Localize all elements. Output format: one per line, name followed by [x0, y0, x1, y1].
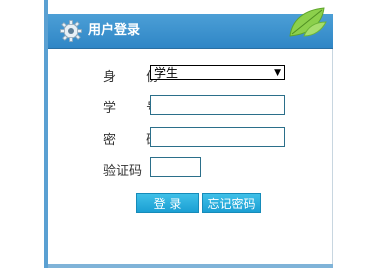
panel-bottom-border	[48, 264, 333, 268]
identity-select-value: 学生	[154, 66, 179, 80]
identity-select[interactable]: 学生 ▼	[150, 65, 285, 80]
password-input[interactable]	[150, 127, 285, 147]
captcha-label: 验证码	[103, 164, 143, 179]
forgot-password-button[interactable]: 忘记密码	[202, 193, 261, 213]
login-button[interactable]: 登 录	[136, 193, 199, 213]
gear-icon	[60, 20, 82, 42]
login-title: 用户登录	[88, 23, 141, 38]
student-id-input[interactable]	[150, 95, 285, 115]
leaf-icon	[289, 7, 327, 37]
chevron-down-icon: ▼	[274, 68, 281, 78]
captcha-input[interactable]	[150, 157, 201, 177]
